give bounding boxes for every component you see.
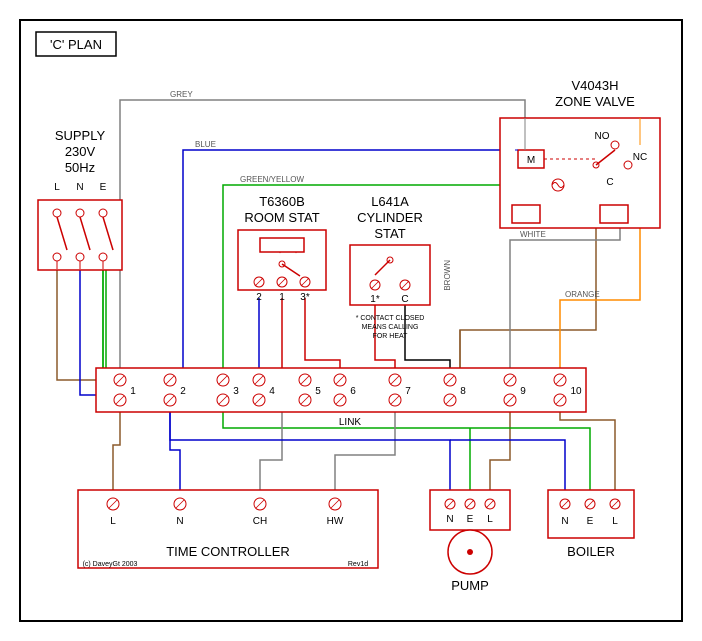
svg-text:1*: 1* <box>370 294 380 305</box>
title: 'C' PLAN <box>50 37 102 52</box>
pump-block: N E L PUMP <box>430 490 510 593</box>
svg-text:FOR HEAT: FOR HEAT <box>373 333 409 340</box>
svg-text:(c) DaveyGt 2003: (c) DaveyGt 2003 <box>83 561 138 568</box>
svg-text:4: 4 <box>269 386 275 397</box>
svg-text:HW: HW <box>327 516 344 527</box>
svg-text:E: E <box>467 514 474 525</box>
svg-text:STAT: STAT <box>374 226 405 241</box>
svg-text:1: 1 <box>279 292 285 303</box>
svg-text:L641A: L641A <box>371 194 409 209</box>
svg-text:10: 10 <box>570 386 582 397</box>
svg-text:3*: 3* <box>300 292 310 303</box>
svg-text:CYLINDER: CYLINDER <box>357 210 423 225</box>
svg-text:7: 7 <box>405 386 411 397</box>
svg-text:2: 2 <box>180 386 186 397</box>
svg-text:E: E <box>587 516 594 527</box>
svg-text:9: 9 <box>520 386 526 397</box>
boiler-block: N E L BOILER <box>548 490 634 559</box>
cylinder-stat-block: L641A CYLINDER STAT 1* C * CONTACT CLOSE… <box>350 194 430 340</box>
svg-text:6: 6 <box>350 386 356 397</box>
svg-text:WHITE: WHITE <box>520 230 546 239</box>
svg-text:GREY: GREY <box>170 90 193 99</box>
svg-text:L: L <box>612 516 618 527</box>
svg-text:MEANS CALLING: MEANS CALLING <box>362 324 419 331</box>
svg-text:L: L <box>54 182 60 193</box>
svg-text:BOILER: BOILER <box>567 544 615 559</box>
svg-text:1: 1 <box>130 386 136 397</box>
svg-text:50Hz: 50Hz <box>65 160 95 175</box>
svg-text:L: L <box>487 514 493 525</box>
svg-text:T6360B: T6360B <box>259 194 305 209</box>
svg-text:BROWN: BROWN <box>443 260 452 291</box>
svg-text:NO: NO <box>595 131 610 142</box>
svg-text:N: N <box>76 182 83 193</box>
svg-text:ZONE VALVE: ZONE VALVE <box>555 94 635 109</box>
svg-text:2: 2 <box>256 292 262 303</box>
svg-text:LINK: LINK <box>339 417 362 428</box>
svg-text:Rev1d: Rev1d <box>348 561 368 568</box>
svg-text:BLUE: BLUE <box>195 140 216 149</box>
svg-text:C: C <box>401 294 408 305</box>
time-controller-block: L N CH HW TIME CONTROLLER (c) DaveyGt 20… <box>78 490 378 568</box>
svg-text:N: N <box>446 514 453 525</box>
svg-text:* CONTACT CLOSED: * CONTACT CLOSED <box>356 315 425 322</box>
svg-text:5: 5 <box>315 386 321 397</box>
svg-text:SUPPLY: SUPPLY <box>55 128 106 143</box>
svg-text:3: 3 <box>233 386 239 397</box>
svg-text:TIME CONTROLLER: TIME CONTROLLER <box>166 544 290 559</box>
svg-text:C: C <box>606 177 613 188</box>
svg-text:ORANGE: ORANGE <box>565 290 600 299</box>
svg-text:ROOM STAT: ROOM STAT <box>244 210 319 225</box>
svg-text:230V: 230V <box>65 144 96 159</box>
svg-text:NC: NC <box>633 152 647 163</box>
svg-text:CH: CH <box>253 516 267 527</box>
svg-text:PUMP: PUMP <box>451 578 489 593</box>
svg-text:GREEN/YELLOW: GREEN/YELLOW <box>240 175 304 184</box>
supply-block: SUPPLY 230V 50Hz L N E <box>38 128 122 270</box>
svg-text:V4043H: V4043H <box>572 78 619 93</box>
svg-text:8: 8 <box>460 386 466 397</box>
wiring-diagram: 'C' PLAN GREY BLUE GREEN/YELLOW BROWN WH… <box>0 0 702 641</box>
svg-text:L: L <box>110 516 116 527</box>
svg-text:M: M <box>527 155 535 166</box>
svg-text:N: N <box>176 516 183 527</box>
svg-text:N: N <box>561 516 568 527</box>
room-stat-block: T6360B ROOM STAT 2 1 3* <box>238 194 326 303</box>
svg-text:E: E <box>100 182 107 193</box>
